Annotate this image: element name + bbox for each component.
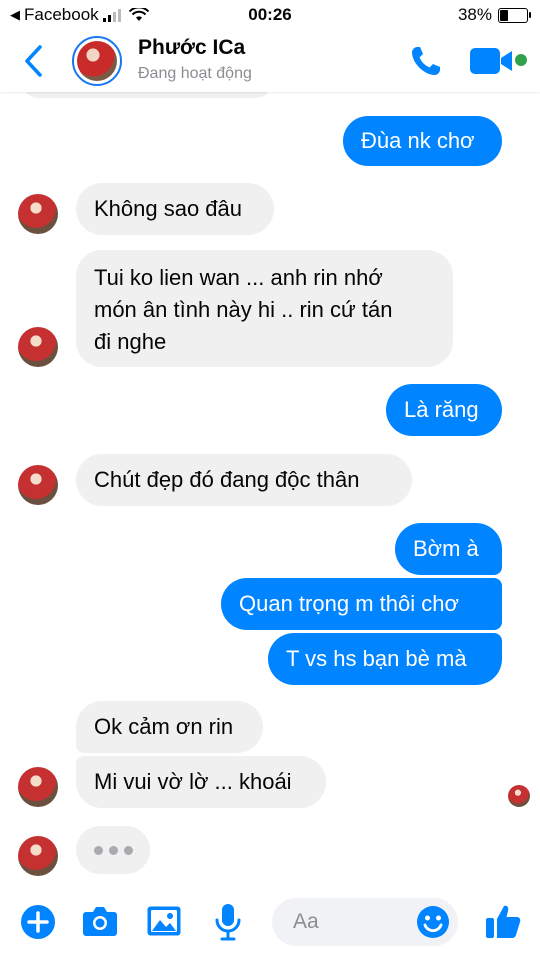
typing-dot (123, 845, 133, 855)
video-icon[interactable] (470, 47, 514, 75)
conversation-header: Phước ICa Đang hoạt động (0, 30, 540, 92)
message-line: món ân tình này hi .. rin cứ tán (94, 297, 393, 322)
contact-avatar-small (18, 767, 58, 807)
message-bubble-incoming[interactable]: Chút đẹp đó đang độc thân (76, 454, 412, 506)
contact-name[interactable]: Phước ICa (138, 36, 245, 60)
seen-indicator-avatar (508, 785, 530, 807)
phone-icon[interactable] (408, 43, 444, 79)
contact-avatar-small (18, 194, 58, 234)
message-bubble-outgoing[interactable]: Đùa nk chơ (343, 116, 502, 166)
message-line: Tui ko lien wan ... anh rin nhớ (94, 265, 383, 290)
message-input-placeholder: Aa (293, 910, 319, 933)
contact-avatar-small (18, 327, 58, 367)
message-input[interactable]: Aa (272, 898, 458, 946)
battery-icon (498, 7, 531, 23)
contact-avatar-small (18, 465, 58, 505)
message-bubble-incoming[interactable]: Không sao đâu (76, 183, 274, 235)
message-line: đi nghe (94, 329, 167, 354)
message-bubble-outgoing[interactable]: Bờm à (395, 523, 502, 575)
typing-dot (108, 845, 118, 855)
message-bubble-incoming[interactable]: Ok cảm ơn rin (76, 701, 263, 753)
online-indicator (515, 54, 527, 66)
contact-avatar-small (18, 836, 58, 876)
typing-indicator (76, 826, 150, 874)
camera-icon[interactable] (82, 905, 118, 937)
battery-percent: 38% (457, 5, 492, 24)
message-bubble-outgoing[interactable]: T vs hs bạn bè mà (268, 633, 502, 685)
plus-icon[interactable] (20, 904, 56, 940)
message-bubble-outgoing[interactable]: Là răng (386, 384, 502, 436)
typing-dot (93, 845, 103, 855)
microphone-icon[interactable] (213, 902, 243, 942)
active-status: Đang hoạt động (138, 65, 252, 82)
status-bar: ◀ Facebook 00:26 38% (0, 0, 540, 30)
like-icon[interactable] (484, 902, 522, 940)
image-icon[interactable] (146, 905, 182, 937)
back-chevron-icon[interactable] (22, 44, 46, 78)
contact-avatar[interactable] (72, 36, 122, 86)
emoji-icon[interactable] (416, 905, 450, 939)
message-bubble-incoming[interactable]: Mi vui vờ lờ ... khoái (76, 756, 326, 808)
message-bubble-incoming[interactable]: Tui ko lien wan ... anh rin nhớ món ân t… (76, 250, 453, 367)
message-bubble-outgoing[interactable]: Quan trọng m thôi chơ (221, 578, 502, 630)
composer-bar (0, 894, 540, 961)
